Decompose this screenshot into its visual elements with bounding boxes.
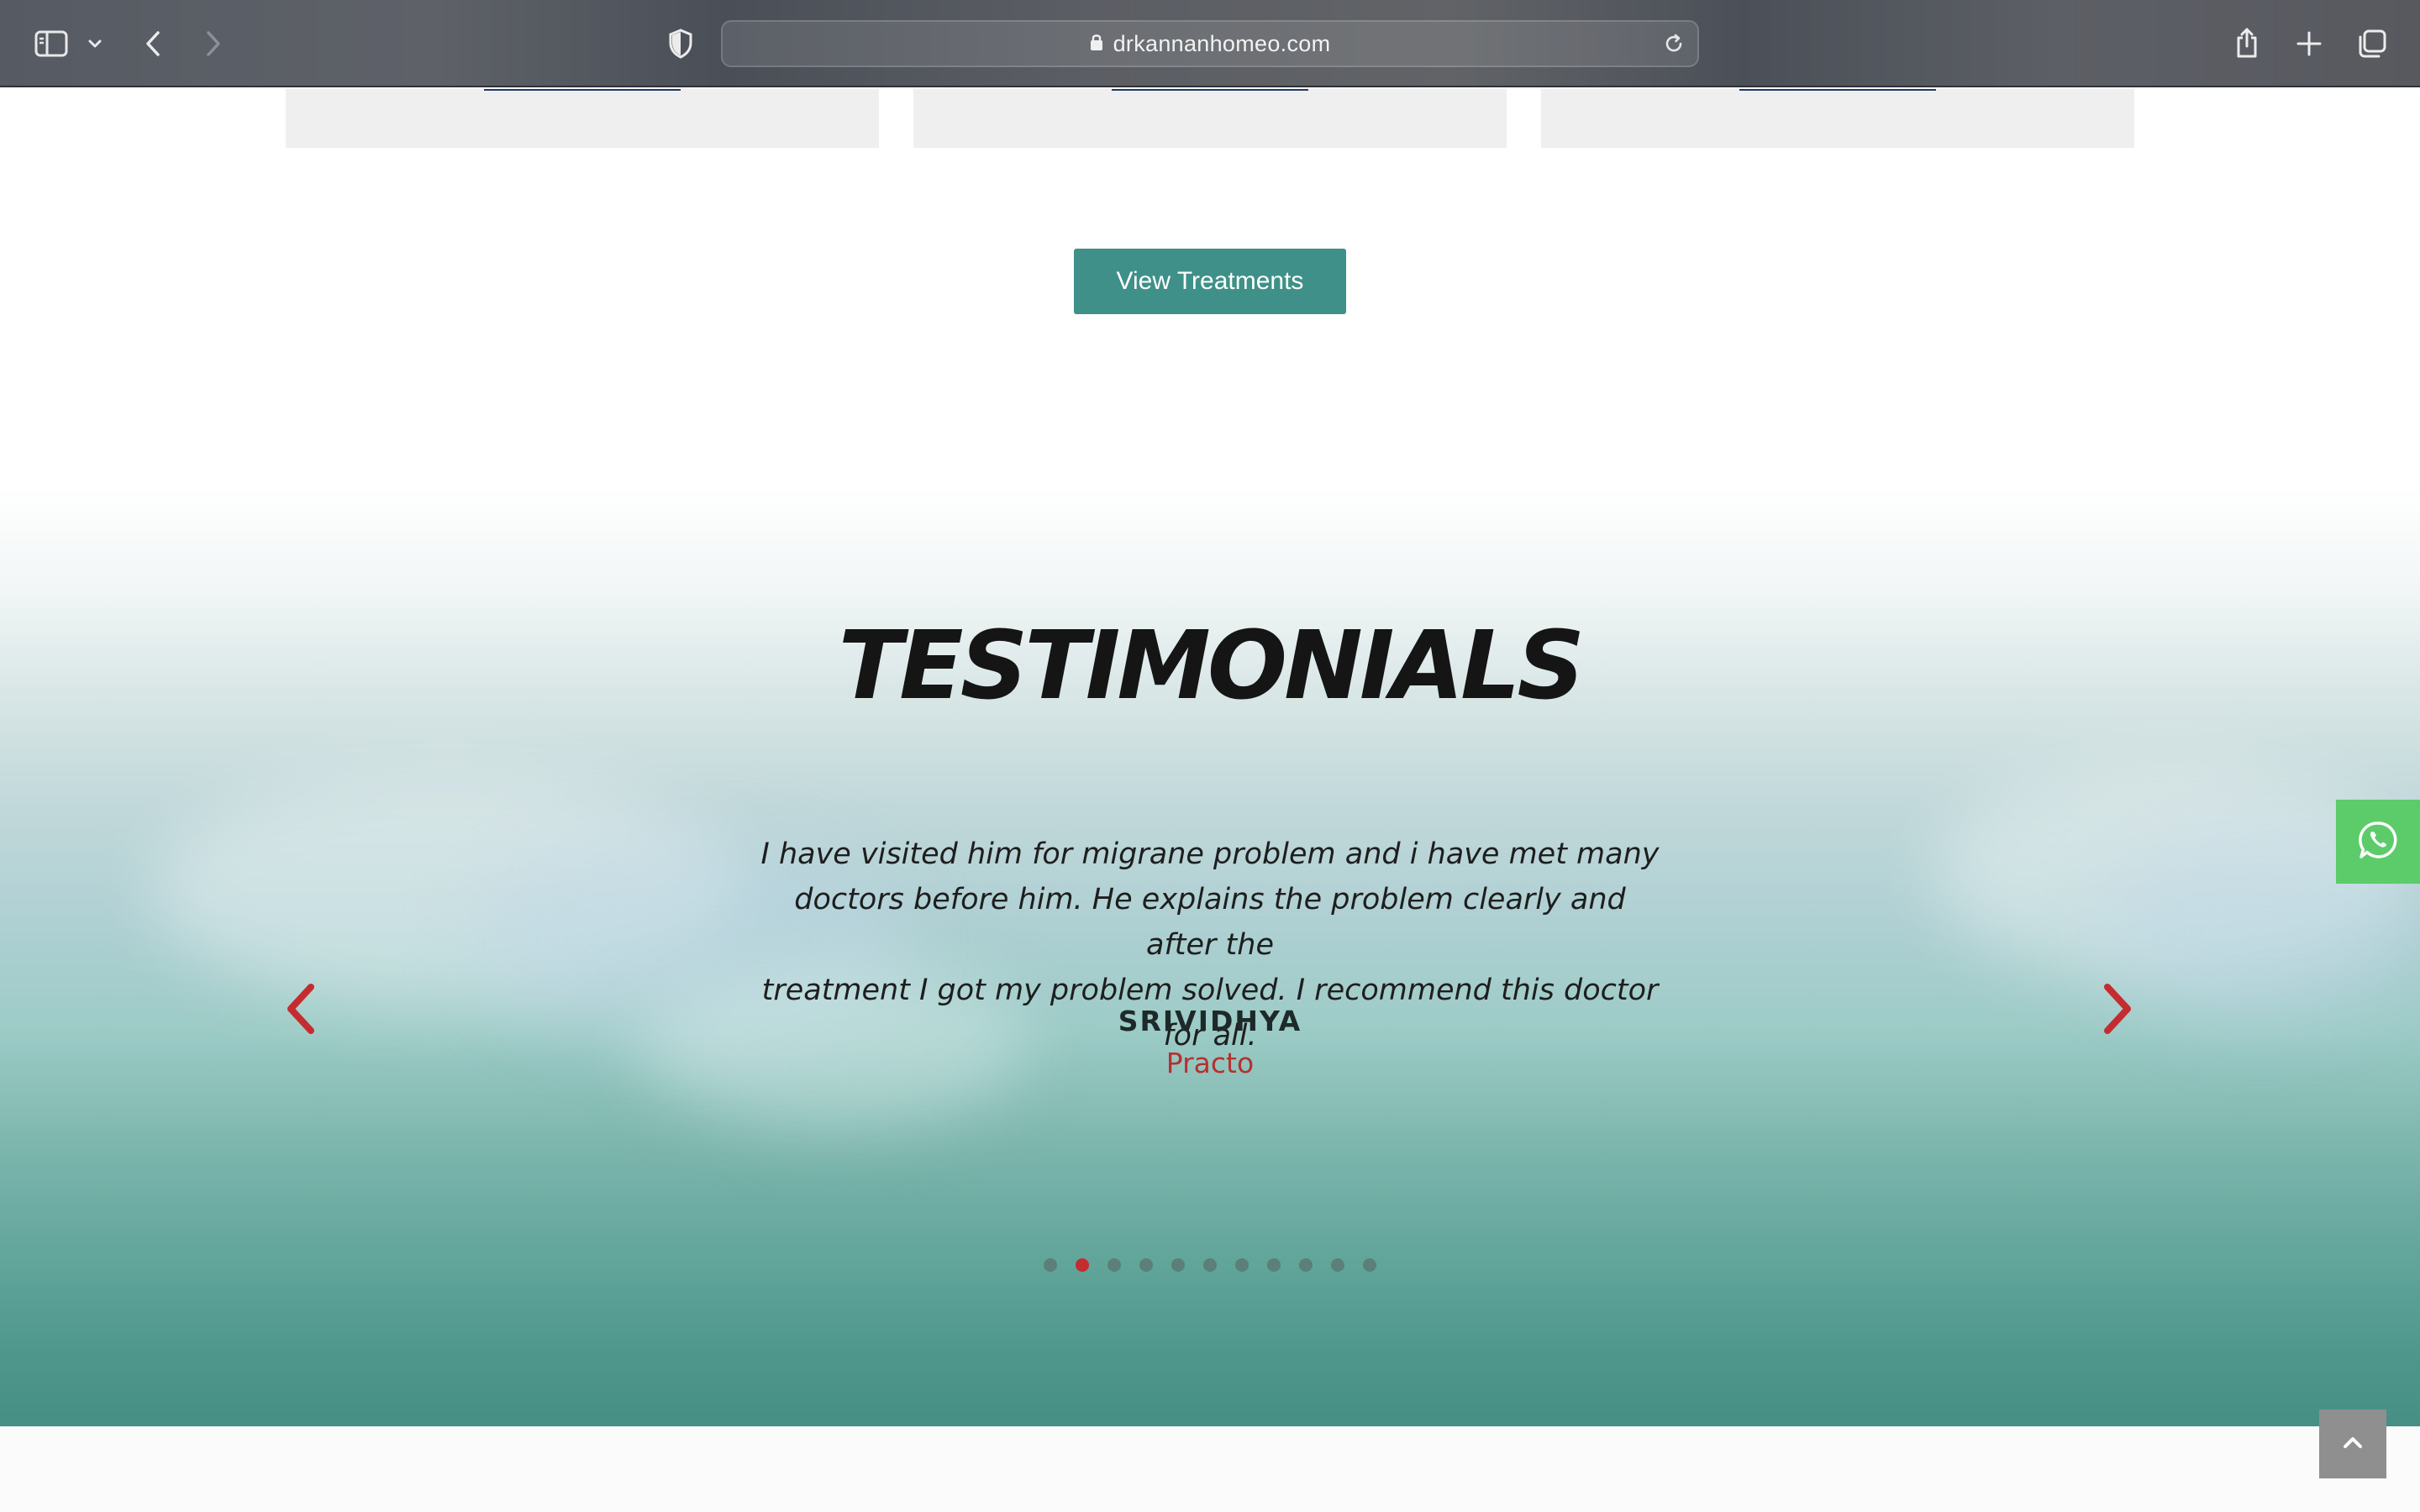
lock-icon — [1090, 31, 1103, 57]
treatment-card[interactable] — [913, 89, 1507, 148]
reload-icon[interactable] — [1662, 32, 1686, 55]
treatment-cards-row — [0, 89, 2420, 148]
carousel-dot[interactable] — [1139, 1258, 1153, 1272]
carousel-dot[interactable] — [1107, 1258, 1121, 1272]
carousel-dot[interactable] — [1171, 1258, 1185, 1272]
card-accent-bar — [484, 89, 681, 91]
browser-toolbar: drkannanhomeo.com — [0, 0, 2420, 87]
previous-slide-arrow-icon[interactable] — [276, 979, 326, 1038]
back-icon[interactable] — [138, 25, 168, 62]
plus-icon[interactable] — [2292, 25, 2326, 62]
quote-line: I have visited him for migrane problem a… — [760, 837, 1660, 871]
share-icon[interactable] — [2230, 22, 2264, 64]
sidebar-icon[interactable] — [32, 27, 71, 60]
treatment-card[interactable] — [286, 89, 879, 148]
whatsapp-button[interactable] — [2336, 800, 2420, 884]
card-accent-bar — [1112, 89, 1308, 91]
forward-icon[interactable] — [198, 25, 229, 62]
whatsapp-icon — [2358, 820, 2398, 864]
testimonials-heading: TESTIMONIALS — [838, 612, 1585, 721]
carousel-dot[interactable] — [1299, 1258, 1313, 1272]
carousel-dot[interactable] — [1235, 1258, 1249, 1272]
testimonial-source: Practo — [1165, 1047, 1255, 1079]
carousel-dot[interactable] — [1203, 1258, 1217, 1272]
carousel-dot[interactable] — [1331, 1258, 1344, 1272]
chevron-down-icon[interactable] — [84, 32, 106, 55]
chevron-up-icon — [2342, 1435, 2364, 1453]
testimonials-section: TESTIMONIALS I have visited him for migr… — [0, 487, 2420, 1426]
card-accent-bar — [1739, 89, 1936, 91]
address-bar[interactable]: drkannanhomeo.com — [721, 20, 1699, 67]
url-text: drkannanhomeo.com — [1113, 30, 1331, 56]
next-slide-arrow-icon[interactable] — [2092, 979, 2143, 1038]
testimonial-author: SRIVIDHYA — [1118, 1005, 1302, 1037]
view-treatments-button[interactable]: View Treatments — [1074, 249, 1346, 314]
carousel-dot[interactable] — [1267, 1258, 1281, 1272]
carousel-dot[interactable] — [1044, 1258, 1057, 1272]
quote-line: doctors before him. He explains the prob… — [794, 883, 1626, 962]
shield-icon[interactable] — [664, 25, 697, 62]
carousel-dot[interactable] — [1076, 1258, 1089, 1272]
carousel-dot[interactable] — [1363, 1258, 1376, 1272]
tabs-overview-icon[interactable] — [2354, 25, 2390, 62]
url-display[interactable]: drkannanhomeo.com — [723, 22, 1697, 66]
treatment-card[interactable] — [1541, 89, 2134, 148]
carousel-pagination — [0, 1258, 2420, 1272]
scroll-to-top-button[interactable] — [2319, 1410, 2386, 1478]
next-section-strip — [0, 1426, 2420, 1512]
